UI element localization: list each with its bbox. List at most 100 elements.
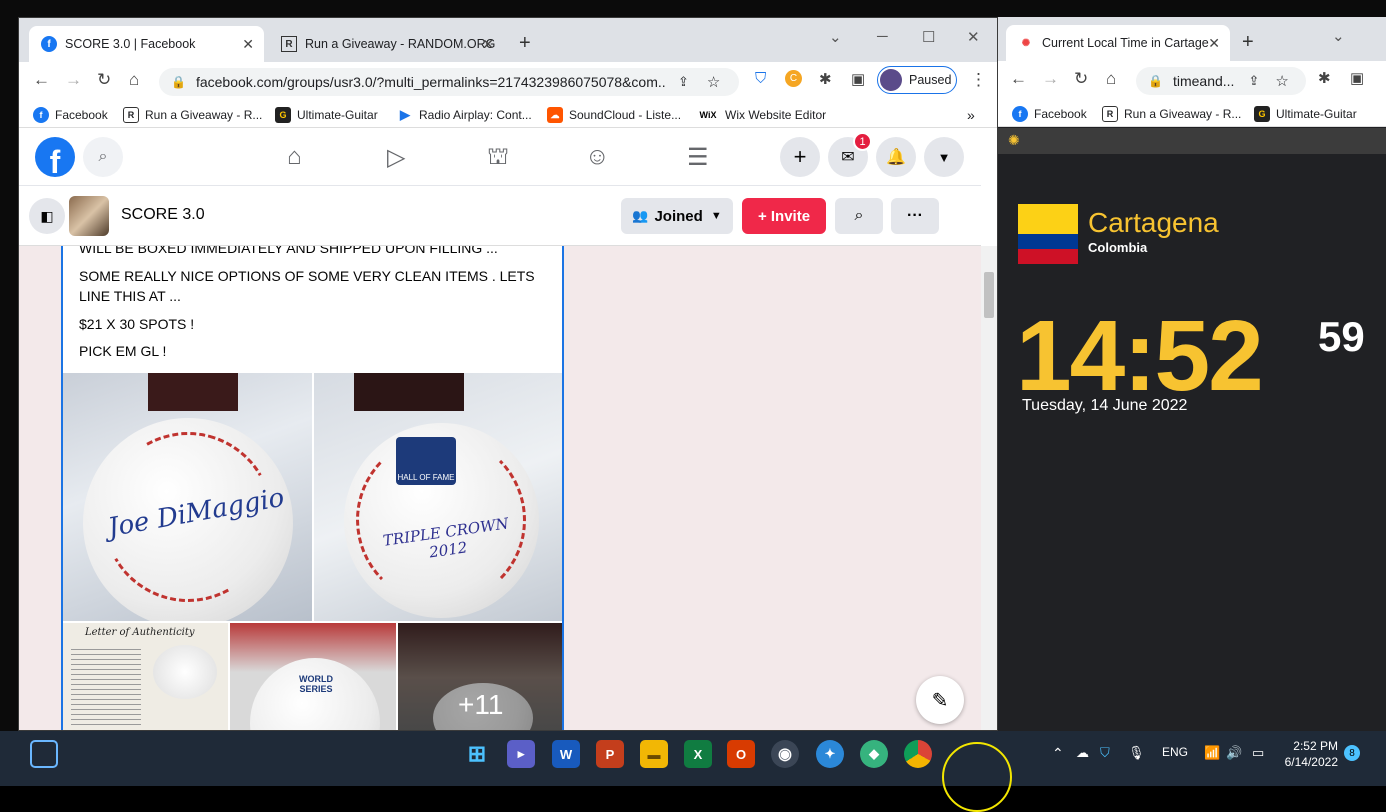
close-tab-icon[interactable]: ✕ <box>482 36 494 53</box>
scrollbar[interactable] <box>981 246 997 730</box>
language-indicator[interactable]: ENG <box>1162 745 1188 759</box>
notification-badge[interactable]: 8 <box>1344 745 1360 761</box>
teams-chat-icon[interactable]: ▸ <box>507 740 535 768</box>
close-tab-icon[interactable]: ✕ <box>242 36 254 53</box>
app-icon[interactable]: ✦ <box>816 740 844 768</box>
minimize-icon[interactable]: ─ <box>877 28 888 45</box>
marketplace-icon[interactable]: ⛫ <box>487 143 509 173</box>
side-panel-icon[interactable]: ▣ <box>1350 69 1364 87</box>
back-icon[interactable]: ← <box>33 70 50 90</box>
bookmark-random-org[interactable]: R Run a Giveaway - R... <box>1102 106 1241 122</box>
group-search-icon[interactable]: ⌕ <box>835 198 883 234</box>
tray-chevron-icon[interactable]: ⌃ <box>1052 745 1064 762</box>
random-org-icon: R <box>1102 106 1118 122</box>
facebook-logo-icon[interactable]: f <box>35 137 75 177</box>
system-clock[interactable]: 2:52 PM 6/14/2022 <box>1282 738 1338 770</box>
reload-icon[interactable]: ↻ <box>97 70 111 90</box>
bookmark-random-org[interactable]: R Run a Giveaway - R... <box>123 107 262 123</box>
invite-button[interactable]: + Invite <box>742 198 826 234</box>
profile-paused-button[interactable]: Paused <box>877 66 957 94</box>
forward-icon[interactable]: → <box>65 70 82 90</box>
onedrive-icon[interactable]: ☁ <box>1076 745 1089 761</box>
powerpoint-icon[interactable]: P <box>596 740 624 768</box>
home-icon[interactable]: ⌂ <box>287 143 302 171</box>
bookmark-ultimate-guitar[interactable]: G Ultimate-Guitar <box>1254 106 1357 122</box>
maximize-icon[interactable]: ☐ <box>922 28 935 46</box>
microphone-icon[interactable]: 🎙 <box>1128 745 1145 761</box>
file-explorer-icon[interactable]: ▬ <box>640 740 668 768</box>
account-chevron-icon[interactable]: ▼ <box>924 137 964 177</box>
tab-search-icon[interactable]: ⌄ <box>1332 27 1345 45</box>
extension-shield-icon[interactable]: ⛉ <box>755 70 766 87</box>
group-name[interactable]: SCORE 3.0 <box>121 206 205 224</box>
back-icon[interactable]: ← <box>1010 69 1027 89</box>
menu-icon[interactable]: ⋮ <box>970 70 987 90</box>
more-options-button[interactable]: ··· <box>891 198 939 234</box>
address-bar[interactable]: 🔒 facebook.com/groups/usr3.0/?multi_perm… <box>159 68 739 96</box>
bookmark-label: Run a Giveaway - R... <box>1124 107 1242 121</box>
menu-hamburger-icon[interactable]: ☰ <box>687 143 709 172</box>
home-icon[interactable]: ⌂ <box>129 70 139 90</box>
new-tab-icon[interactable]: + <box>519 32 531 55</box>
watch-icon[interactable]: ▷ <box>387 143 405 172</box>
side-panel-icon[interactable]: ▣ <box>851 70 865 88</box>
bookmark-radio-airplay[interactable]: ▶ Radio Airplay: Cont... <box>397 107 532 123</box>
address-bar[interactable]: 🔒 timeand... ⇪ ☆ <box>1136 67 1306 95</box>
group-avatar[interactable] <box>69 196 109 236</box>
close-tab-icon[interactable]: ✕ <box>1208 35 1220 52</box>
reload-icon[interactable]: ↻ <box>1074 69 1088 89</box>
cortana-icon[interactable]: ◉ <box>771 740 799 768</box>
home-icon[interactable]: ⌂ <box>1106 69 1116 89</box>
excel-icon[interactable]: X <box>684 740 712 768</box>
bookmark-soundcloud[interactable]: ☁ SoundCloud - Liste... <box>547 107 681 123</box>
bookmark-star-icon[interactable]: ☆ <box>1275 72 1288 90</box>
share-icon[interactable]: ⇪ <box>678 74 689 90</box>
tab-search-icon[interactable]: ⌄ <box>829 28 842 46</box>
tab-timeanddate[interactable]: ✺ Current Local Time in Cartage ✕ <box>1006 25 1230 61</box>
city-name[interactable]: Cartagena <box>1088 207 1219 239</box>
wifi-icon[interactable]: 📶 <box>1204 745 1220 761</box>
sidebar-toggle-icon[interactable]: ◧ <box>29 198 65 234</box>
app-shield-icon[interactable]: ◆ <box>860 740 888 768</box>
office-icon[interactable]: O <box>727 740 755 768</box>
tab-random-org[interactable]: R Run a Giveaway - RANDOM.ORG ✕ <box>269 26 504 62</box>
photo-world-series-ball[interactable]: WORLD SERIES <box>230 623 396 730</box>
tab-facebook[interactable]: f SCORE 3.0 | Facebook ✕ <box>29 26 264 62</box>
bookmark-facebook[interactable]: f Facebook <box>33 107 108 123</box>
word-icon[interactable]: W <box>552 740 580 768</box>
new-message-icon[interactable]: ✎ <box>916 676 964 724</box>
photo-more[interactable]: +11 <box>398 623 562 730</box>
joined-button[interactable]: 👥 Joined ▼ <box>621 198 733 234</box>
security-icon[interactable]: ⛉ <box>1100 745 1110 761</box>
joined-label: Joined <box>654 207 703 225</box>
photo-hof-ball[interactable]: HALL OF FAME TRIPLE CROWN 2012 <box>314 373 562 621</box>
bookmark-wix[interactable]: WiX Wix Website Editor <box>697 107 827 123</box>
new-tab-icon[interactable]: + <box>1242 31 1254 54</box>
bookmarks-overflow[interactable]: » <box>967 107 975 123</box>
battery-icon[interactable]: ▭ <box>1252 745 1264 761</box>
chrome-icon[interactable] <box>904 740 932 768</box>
bookmark-star-icon[interactable]: ☆ <box>707 73 720 91</box>
photo-dimaggio-ball[interactable]: Joe DiMaggio <box>63 373 312 621</box>
groups-icon[interactable]: ☺ <box>585 143 610 171</box>
extensions-icon[interactable]: ✱ <box>1318 69 1331 87</box>
widgets-icon[interactable] <box>30 740 58 768</box>
post-text-line: WILL BE BOXED IMMEDIATELY AND SHIPPED UP… <box>79 246 498 256</box>
play-icon: ▶ <box>400 107 410 122</box>
scrollbar-thumb[interactable] <box>984 272 994 318</box>
start-windows-icon[interactable]: ⊞ <box>463 740 491 768</box>
photo-letter-of-authenticity[interactable]: Letter of Authenticity <box>63 623 228 730</box>
bookmark-ultimate-guitar[interactable]: G Ultimate-Guitar <box>275 107 378 123</box>
share-icon[interactable]: ⇪ <box>1248 73 1259 89</box>
bookmark-facebook[interactable]: f Facebook <box>1012 106 1087 122</box>
volume-icon[interactable]: 🔊 <box>1226 745 1242 761</box>
forward-icon[interactable]: → <box>1042 69 1059 89</box>
lock-icon: 🔒 <box>1148 74 1163 88</box>
site-logo-icon[interactable]: ✺ <box>1008 132 1020 149</box>
notifications-bell-icon[interactable]: 🔔 <box>876 137 916 177</box>
create-icon[interactable]: + <box>780 137 820 177</box>
extensions-icon[interactable]: ✱ <box>819 70 832 88</box>
search-icon[interactable]: ⌕ <box>83 137 123 177</box>
close-window-icon[interactable]: ✕ <box>967 28 980 46</box>
extension-coupon-icon[interactable]: C <box>785 70 802 87</box>
